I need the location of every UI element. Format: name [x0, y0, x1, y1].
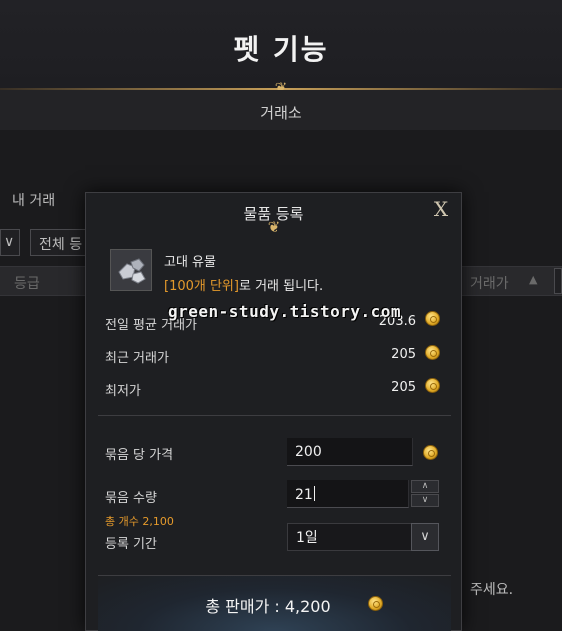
period-label: 등록 기간 — [105, 537, 157, 552]
total-price-panel: 총 판매가 : 4,200 — [98, 575, 451, 631]
tab-my-trade[interactable]: 내 거래 — [12, 190, 55, 210]
bundle-qty-value: 21 — [295, 487, 313, 503]
gold-coin-icon — [425, 311, 440, 326]
recent-price-label: 최근 거래가 — [105, 351, 169, 366]
item-register-dialog: 물품 등록 ❦ X 고대 유물 [100개 단위]로 거래 됩니다. 전일 평균… — [85, 192, 462, 631]
item-name: 고대 유물 — [164, 255, 216, 270]
bundle-price-label: 묶음 당 가격 — [105, 448, 174, 463]
decrement-button[interactable]: ∨ — [411, 494, 439, 507]
column-price[interactable]: 거래가 — [470, 273, 509, 293]
lowest-price-label: 최저가 — [105, 384, 141, 399]
title-ornament-icon: ❦ — [267, 218, 281, 236]
chevron-down-icon[interactable]: ∨ — [411, 523, 439, 551]
trade-note-text: 로 거래 됩니다. — [238, 279, 324, 294]
bundle-qty-label: 묶음 수량 — [105, 491, 157, 506]
ancient-relic-icon — [110, 249, 152, 291]
bg-hint-text: 주세요. — [470, 582, 514, 598]
quantity-stepper[interactable]: ∧ ∨ — [411, 480, 439, 507]
gold-coin-icon — [423, 445, 438, 460]
total-count: 총 개수 2,100 — [105, 515, 174, 528]
increment-button[interactable]: ∧ — [411, 480, 439, 493]
chevron-down-icon: ∨ — [4, 234, 15, 250]
text-caret — [313, 486, 315, 501]
bundle-price-input[interactable]: 200 — [287, 438, 413, 466]
column-grade[interactable]: 등급 — [14, 273, 40, 293]
gold-coin-icon — [425, 345, 440, 360]
trade-unit-highlight: [100개 단위] — [164, 279, 239, 294]
lowest-price-value: 205 — [391, 380, 416, 395]
gold-coin-icon — [368, 596, 383, 611]
section-divider — [98, 415, 451, 416]
gold-coin-icon — [425, 378, 440, 393]
trade-unit-notice: [100개 단위]로 거래 됩니다. — [164, 275, 323, 294]
bundle-qty-input[interactable]: 21 — [287, 480, 409, 508]
bg-filter-dropdown[interactable]: 전체 등 — [30, 229, 90, 256]
page-title: 펫 기능 — [233, 33, 329, 66]
watermark: green-study.tistory.com — [168, 302, 402, 321]
total-price: 총 판매가 : 4,200 — [205, 597, 331, 616]
filter-label: 전체 등 — [39, 237, 83, 253]
close-button[interactable]: X — [429, 197, 453, 221]
bg-dropdown[interactable]: ∨ — [0, 229, 20, 256]
window-subtitle: 거래소 — [260, 104, 302, 122]
sort-arrow-icon[interactable]: ▲ — [529, 273, 537, 286]
recent-price-value: 205 — [391, 347, 416, 362]
period-dropdown[interactable]: 1일 — [287, 523, 413, 551]
bg-side-button[interactable] — [554, 268, 562, 294]
